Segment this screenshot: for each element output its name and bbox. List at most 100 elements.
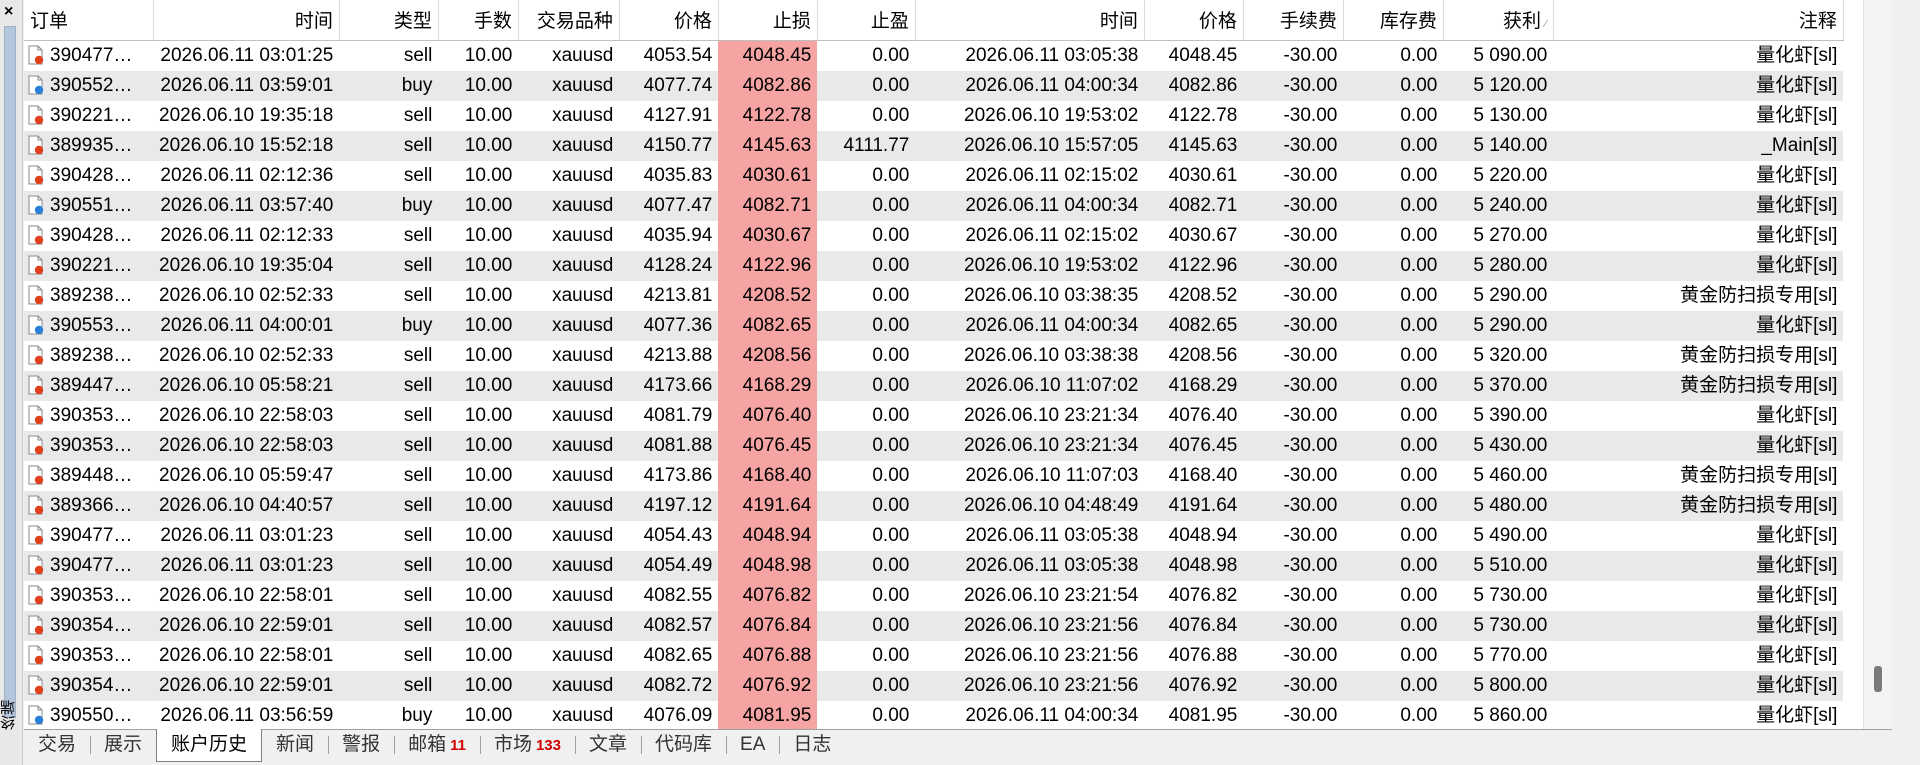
close-price-cell: 4030.61 (1144, 160, 1244, 191)
col-header-lots[interactable]: 手数 (438, 0, 519, 41)
vertical-scrollbar[interactable] (1863, 0, 1892, 729)
profit-cell: 5 480.00 (1443, 490, 1554, 521)
table-row[interactable]: 390551… 2026.06.11 03:57:40 buy 10.00 xauusd… (24, 190, 1844, 221)
order-cell: 390354… (24, 670, 153, 701)
col-header-take-profit[interactable]: 止盈 (817, 0, 916, 41)
comment-cell: 量化虾[sl] (1553, 190, 1844, 221)
tab-1[interactable]: 展示 (90, 730, 156, 760)
price-cell: 4197.12 (619, 490, 719, 521)
symbol-cell: xauusd (518, 220, 620, 251)
table-row[interactable]: 389238… 2026.06.10 02:52:33 sell 10.00 xauus… (24, 340, 1844, 371)
close-time-cell: 2026.06.11 02:15:02 (915, 160, 1145, 191)
close-icon[interactable]: × (4, 2, 13, 22)
symbol-cell: xauusd (518, 700, 620, 729)
lots-cell: 10.00 (438, 550, 519, 581)
comment-cell: 量化虾[sl] (1553, 100, 1844, 131)
comment-cell: 黄金防扫损专用[sl] (1553, 370, 1844, 401)
table-row[interactable]: 390221… 2026.06.10 19:35:04 sell 10.00 xauus… (24, 250, 1844, 281)
stop-loss-cell: 4081.95 (718, 700, 818, 729)
tab-2[interactable]: 账户历史 (156, 729, 263, 762)
open-time-cell: 2026.06.11 04:00:01 (153, 310, 340, 341)
commission-cell: -30.00 (1243, 40, 1344, 71)
symbol-cell: xauusd (518, 580, 620, 611)
col-header-symbol[interactable]: 交易品种 (518, 0, 620, 41)
tab-7[interactable]: 文章 (575, 730, 641, 760)
symbol-cell: xauusd (518, 490, 620, 521)
table-row[interactable]: 390550… 2026.06.11 03:56:59 buy 10.00 xauusd… (24, 700, 1844, 729)
table-row[interactable]: 390428… 2026.06.11 02:12:36 sell 10.00 xauus… (24, 160, 1844, 191)
tab-0[interactable]: 交易 (24, 730, 90, 760)
table-row[interactable]: 390477… 2026.06.11 03:01:25 sell 10.00 xauus… (24, 40, 1844, 71)
table-row[interactable]: 390428… 2026.06.11 02:12:33 sell 10.00 xauus… (24, 220, 1844, 251)
close-price-cell: 4082.86 (1144, 70, 1244, 101)
col-header-close-price[interactable]: 价格 (1144, 0, 1244, 41)
col-header-commission[interactable]: 手续费 (1243, 0, 1344, 41)
table-row[interactable]: 390477… 2026.06.11 03:01:23 sell 10.00 xauus… (24, 550, 1844, 581)
table-row[interactable]: 390353… 2026.06.10 22:58:03 sell 10.00 xauus… (24, 400, 1844, 431)
commission-cell: -30.00 (1243, 520, 1344, 551)
close-time-cell: 2026.06.10 23:21:56 (915, 640, 1145, 671)
table-row[interactable]: 390477… 2026.06.11 03:01:23 sell 10.00 xauus… (24, 520, 1844, 551)
stop-loss-cell: 4208.56 (718, 340, 818, 371)
stop-loss-cell: 4082.65 (718, 310, 818, 341)
order-cell: 390477… (24, 550, 153, 581)
tab-4[interactable]: 警报 (328, 730, 394, 760)
table-row[interactable]: 389447… 2026.06.10 05:58:21 sell 10.00 xauus… (24, 370, 1844, 401)
table-row[interactable]: 389366… 2026.06.10 04:40:57 sell 10.00 xauus… (24, 490, 1844, 521)
comment-cell: 量化虾[sl] (1553, 670, 1844, 701)
type-cell: sell (339, 40, 439, 71)
tab-8[interactable]: 代码库 (641, 730, 726, 760)
stop-loss-cell: 4048.94 (718, 520, 818, 551)
col-header-close-time[interactable]: 时间 (915, 0, 1145, 41)
tab-9[interactable]: EA (726, 730, 779, 760)
lots-cell: 10.00 (438, 610, 519, 641)
tab-6[interactable]: 市场 133 (479, 730, 575, 760)
tab-10[interactable]: 日志 (779, 730, 845, 760)
table-row[interactable]: 389448… 2026.06.10 05:59:47 sell 10.00 xauus… (24, 460, 1844, 491)
symbol-cell: xauusd (518, 400, 620, 431)
lots-cell: 10.00 (438, 280, 519, 311)
commission-cell: -30.00 (1243, 130, 1344, 161)
table-row[interactable]: 390553… 2026.06.11 04:00:01 buy 10.00 xauusd… (24, 310, 1844, 341)
col-header-price[interactable]: 价格 (619, 0, 719, 41)
col-header-order[interactable]: 订单 (24, 0, 154, 41)
open-time-cell: 2026.06.11 03:57:40 (153, 190, 340, 221)
tab-badge: 133 (535, 737, 561, 754)
scrollbar-thumb[interactable] (1874, 666, 1882, 692)
table-row[interactable]: 390353… 2026.06.10 22:58:01 sell 10.00 xauus… (24, 580, 1844, 611)
table-row[interactable]: 390353… 2026.06.10 22:58:01 sell 10.00 xauus… (24, 640, 1844, 671)
col-header-profit[interactable]: 获利 ⁄ (1443, 0, 1554, 41)
table-row[interactable]: 390221… 2026.06.10 19:35:18 sell 10.00 xauus… (24, 100, 1844, 131)
table-row[interactable]: 390354… 2026.06.10 22:59:01 sell 10.00 xauus… (24, 670, 1844, 701)
close-time-cell: 2026.06.10 23:21:56 (915, 610, 1145, 641)
swap-cell: 0.00 (1343, 550, 1444, 581)
col-header-type[interactable]: 类型 (339, 0, 439, 41)
tab-3[interactable]: 新闻 (262, 730, 328, 760)
profit-cell: 5 390.00 (1443, 400, 1554, 431)
type-cell: sell (339, 670, 439, 701)
comment-cell: 黄金防扫损专用[sl] (1553, 280, 1844, 311)
table-row[interactable]: 390354… 2026.06.10 22:59:01 sell 10.00 xauus… (24, 610, 1844, 641)
table-row[interactable]: 390552… 2026.06.11 03:59:01 buy 10.00 xauusd… (24, 70, 1844, 101)
col-header-comment[interactable]: 注释 (1553, 0, 1844, 41)
tab-5[interactable]: 邮箱 11 (394, 730, 480, 760)
close-price-cell: 4208.52 (1144, 280, 1244, 311)
open-time-cell: 2026.06.10 22:59:01 (153, 670, 340, 701)
order-cell: 390551… (24, 190, 153, 221)
table-row[interactable]: 390353… 2026.06.10 22:58:03 sell 10.00 xauus… (24, 430, 1844, 461)
tab-label: 交易 (38, 734, 77, 755)
lots-cell: 10.00 (438, 640, 519, 671)
profit-cell: 5 770.00 (1443, 640, 1554, 671)
col-header-swap[interactable]: 库存费 (1343, 0, 1444, 41)
col-header-stop-loss[interactable]: 止损 (718, 0, 818, 41)
col-header-open-time[interactable]: 时间 (153, 0, 340, 41)
swap-cell: 0.00 (1343, 490, 1444, 521)
lots-cell: 10.00 (438, 310, 519, 341)
swap-cell: 0.00 (1343, 340, 1444, 371)
price-cell: 4054.49 (619, 550, 719, 581)
table-row[interactable]: 389935… 2026.06.10 15:52:18 sell 10.00 xauus… (24, 130, 1844, 161)
terminal-side-bar[interactable] (4, 26, 16, 718)
type-cell: sell (339, 490, 439, 521)
profit-cell: 5 240.00 (1443, 190, 1554, 221)
table-row[interactable]: 389238… 2026.06.10 02:52:33 sell 10.00 xauus… (24, 280, 1844, 311)
